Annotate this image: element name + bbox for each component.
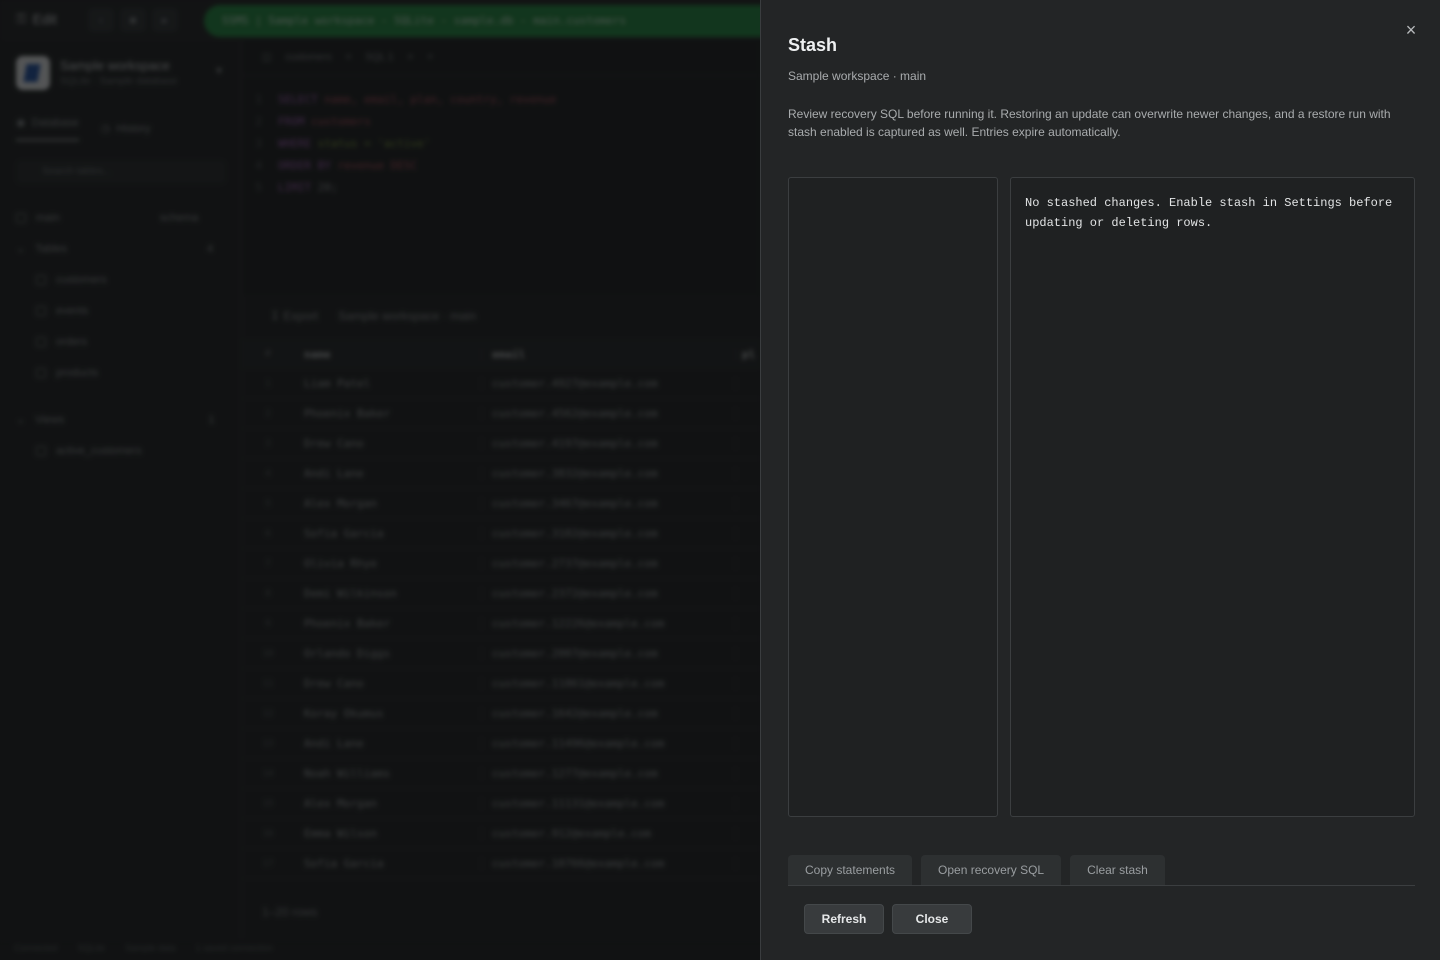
stash-panel: Stash × Sample workspace · main Review r… [760, 0, 1440, 960]
panel-title: Stash [788, 35, 838, 55]
panel-footer: Refresh Close [804, 904, 972, 934]
panel-subtitle: Sample workspace · main [788, 69, 927, 83]
stash-actions: Copy statements Open recovery SQL Clear … [788, 855, 1165, 885]
close-button[interactable]: Close [892, 904, 972, 934]
close-icon[interactable]: × [1401, 20, 1421, 40]
refresh-button[interactable]: Refresh [804, 904, 884, 934]
clear-stash-button[interactable]: Clear stash [1070, 855, 1165, 885]
open-recovery-sql-button[interactable]: Open recovery SQL [921, 855, 1062, 885]
panel-description: Review recovery SQL before running it. R… [788, 107, 1391, 139]
divider [788, 885, 1415, 886]
modal-backdrop[interactable] [0, 0, 760, 960]
copy-statements-button[interactable]: Copy statements [788, 855, 913, 885]
empty-message: No stashed changes. Enable stash in Sett… [1025, 196, 1400, 230]
stash-preview: No stashed changes. Enable stash in Sett… [1010, 177, 1415, 817]
stash-entry-list[interactable] [788, 177, 998, 817]
